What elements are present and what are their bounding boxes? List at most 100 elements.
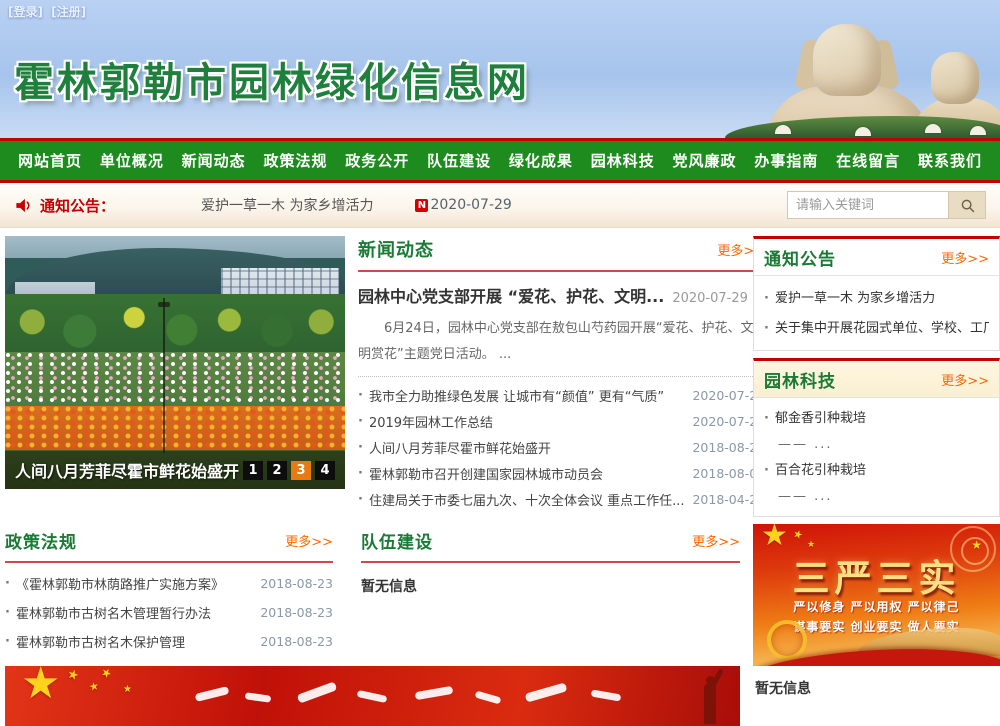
statue-silhouette <box>692 670 726 726</box>
tent <box>925 124 941 133</box>
top-row: 人间八月芳菲尽霍市鲜花始盛开 1 2 3 4 新闻动态 更多>> <box>5 236 740 512</box>
nav-item-about[interactable]: 单位概况 <box>96 150 168 171</box>
bottom-propaganda-banner[interactable]: ★ ★ ★ ★ ★ <box>5 666 740 726</box>
nav-item-contact[interactable]: 联系我们 <box>914 150 986 171</box>
news-section-title: 新闻动态 <box>358 236 434 262</box>
statue-large-head <box>813 24 881 96</box>
policy-item-text: 霍林郭勒市古树名木保护管理 <box>16 632 185 651</box>
tech-box-header: 园林科技 更多>> <box>754 361 999 398</box>
nav-item-gov-affairs[interactable]: 政务公开 <box>341 150 413 171</box>
calligraphy-stroke <box>475 691 502 705</box>
content-area: 人间八月芳菲尽霍市鲜花始盛开 1 2 3 4 新闻动态 更多>> <box>0 228 1000 726</box>
featured-news: 园林中心党支部开展 “爱花、护花、文明... 2020-07-29 6月24日，… <box>358 272 765 377</box>
nav-item-tech[interactable]: 园林科技 <box>587 150 659 171</box>
notice-ticker-link[interactable]: 爱护一草一木 为家乡增活力 <box>201 195 373 215</box>
star-icon: ★ <box>88 679 100 694</box>
star-icon: ★ <box>123 684 132 695</box>
news-item-text: 2019年园林工作总结 <box>369 412 493 431</box>
notice-box-title: 通知公告 <box>764 245 836 270</box>
tent <box>855 127 871 136</box>
star-icon: ★ <box>98 666 114 682</box>
calligraphy-stroke <box>415 686 454 700</box>
nav-item-guide[interactable]: 办事指南 <box>750 150 822 171</box>
notice-label: 通知公告： <box>40 195 115 216</box>
nav-item-messages[interactable]: 在线留言 <box>832 150 904 171</box>
team-empty-message: 暂无信息 <box>361 563 740 596</box>
tech-box-list: 郁金香引种栽培 —— ... 百合花引种栽培 —— ... <box>754 398 999 516</box>
tech-box-item-text: 郁金香引种栽培 <box>775 406 866 432</box>
slider-page-2[interactable]: 2 <box>267 461 287 480</box>
policy-list-item[interactable]: 霍林郭勒市古树名木管理暂行办法 2018-08-23 <box>5 598 333 627</box>
nav-item-policy[interactable]: 政策法规 <box>259 150 331 171</box>
tech-box: 园林科技 更多>> 郁金香引种栽培 —— ... 百合花引种栽培 —— ... <box>753 358 1000 517</box>
notice-box-item[interactable]: 爱护一草一木 为家乡增活力 <box>764 284 989 314</box>
login-link[interactable]: [登录] <box>8 5 43 19</box>
tech-box-title: 园林科技 <box>764 367 836 392</box>
policy-section: 政策法规 更多>> 《霍林郭勒市林荫路推广实施方案》 2018-08-23 霍林… <box>5 528 333 656</box>
tech-box-more-link[interactable]: 更多>> <box>941 370 989 389</box>
star-icon: ★ <box>21 666 60 709</box>
policy-item-date: 2018-08-23 <box>252 576 333 591</box>
notice-box-item-text: 关于集中开展花园式单位、学校、工厂... <box>775 314 989 344</box>
speaker-icon <box>14 196 33 215</box>
calligraphy-stroke <box>245 692 272 703</box>
auth-links: [登录] [注册] <box>8 3 90 20</box>
nav-item-team[interactable]: 队伍建设 <box>423 150 495 171</box>
news-list-item[interactable]: 霍林郭勒市召开创建国家园林城市动员会 2018-08-07 <box>358 460 765 486</box>
slider-page-3-active[interactable]: 3 <box>291 461 311 480</box>
search-button[interactable] <box>949 191 986 219</box>
slider-photo-flowers-orange <box>5 406 345 454</box>
slider-photo-pole <box>163 298 165 453</box>
policy-item-date: 2018-08-23 <box>252 634 333 649</box>
nav-item-party[interactable]: 党风廉政 <box>669 150 741 171</box>
notice-box-more-link[interactable]: 更多>> <box>941 248 989 267</box>
tech-box-item[interactable]: 百合花引种栽培 <box>764 458 989 484</box>
slider-page-4[interactable]: 4 <box>315 461 335 480</box>
slider-page-1[interactable]: 1 <box>243 461 263 480</box>
slider-caption-bar: 人间八月芳菲尽霍市鲜花始盛开 1 2 3 4 <box>5 451 345 489</box>
news-item-text: 人间八月芳菲尽霍市鲜花始盛开 <box>369 438 551 457</box>
policy-item-date: 2018-08-23 <box>252 605 333 620</box>
search-input[interactable] <box>787 191 949 219</box>
sanyan-sanshi-banner[interactable]: ★ ★ ★ ★ 三严三实 严以修身 严以用权 严以律己 谋事要实 创业要实 做人… <box>753 524 1000 666</box>
policy-more-link[interactable]: 更多>> <box>285 531 333 550</box>
policy-item-text: 《霍林郭勒市林荫路推广实施方案》 <box>16 574 224 593</box>
news-section-header: 新闻动态 更多>> <box>358 236 765 272</box>
notice-box-item[interactable]: 关于集中开展花园式单位、学校、工厂... <box>764 314 989 344</box>
nav-item-achievements[interactable]: 绿化成果 <box>505 150 577 171</box>
policy-list-item[interactable]: 《霍林郭勒市林荫路推广实施方案》 2018-08-23 <box>5 569 333 598</box>
news-list: 我市全力助推绿色发展 让城市有“颜值” 更有“气质” 2020-07-29 20… <box>358 377 765 512</box>
policy-list-item[interactable]: 霍林郭勒市古树名木保护管理 2018-08-23 <box>5 627 333 656</box>
slider-photo-flowers-pink <box>5 352 345 410</box>
search-icon <box>959 197 976 214</box>
news-list-item[interactable]: 我市全力助推绿色发展 让城市有“颜值” 更有“气质” 2020-07-29 <box>358 382 765 408</box>
calligraphy-stroke <box>357 690 388 703</box>
featured-news-title[interactable]: 园林中心党支部开展 “爱花、护花、文明... <box>358 283 664 307</box>
banner-slogan-line1: 严以修身 严以用权 严以律己 <box>753 598 1000 615</box>
policy-item-text: 霍林郭勒市古树名木管理暂行办法 <box>16 603 211 622</box>
team-section: 队伍建设 更多>> 暂无信息 <box>361 528 740 596</box>
news-list-item[interactable]: 人间八月芳菲尽霍市鲜花始盛开 2018-08-23 <box>358 434 765 460</box>
slider-caption-link[interactable]: 人间八月芳菲尽霍市鲜花始盛开 <box>15 458 239 482</box>
site-header: [登录] [注册] 霍林郭勒市园林绿化信息网 <box>0 0 1000 138</box>
slider-photo-trees <box>5 294 345 356</box>
team-more-link[interactable]: 更多>> <box>692 531 740 550</box>
search-bar <box>787 191 986 219</box>
calligraphy-stroke <box>525 682 568 702</box>
star-icon: ★ <box>65 667 81 685</box>
news-list-item[interactable]: 2019年园林工作总结 2020-07-29 <box>358 408 765 434</box>
register-link[interactable]: [注册] <box>51 5 86 19</box>
tech-box-item-text: 百合花引种栽培 <box>775 458 866 484</box>
nav-item-news[interactable]: 新闻动态 <box>178 150 250 171</box>
news-list-item[interactable]: 住建局关于市委七届九次、十次全体会议 重点工作任... 2018-04-26 <box>358 486 765 512</box>
tech-box-item-sub: —— ... <box>764 432 989 458</box>
tech-box-item[interactable]: 郁金香引种栽培 <box>764 406 989 432</box>
banner-title: 三严三实 <box>753 548 1000 602</box>
notice-box-header: 通知公告 更多>> <box>754 239 999 276</box>
news-item-text: 我市全力助推绿色发展 让城市有“颜值” 更有“气质” <box>369 386 664 405</box>
photo-slider[interactable]: 人间八月芳菲尽霍市鲜花始盛开 1 2 3 4 <box>5 236 345 489</box>
nav-item-home[interactable]: 网站首页 <box>14 150 86 171</box>
team-section-title: 队伍建设 <box>361 528 433 553</box>
main-navigation: 网站首页 单位概况 新闻动态 政策法规 政务公开 队伍建设 绿化成果 园林科技 … <box>0 138 1000 183</box>
tech-box-item-sub: —— ... <box>764 484 989 510</box>
